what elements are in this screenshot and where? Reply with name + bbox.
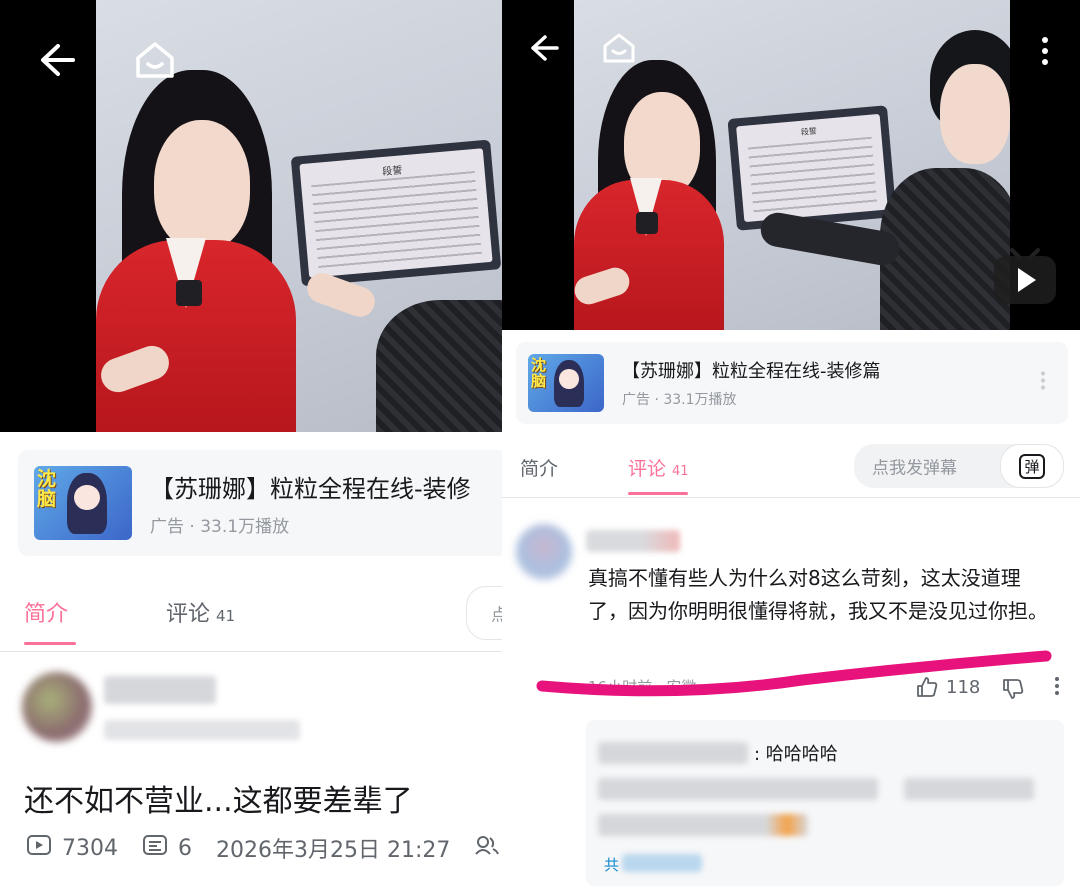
- video-player[interactable]: 段誓: [0, 0, 502, 432]
- comment-text: 还不如不营业...这都要差辈了: [24, 784, 413, 819]
- comment-count: 41: [216, 607, 236, 625]
- avatar[interactable]: [22, 672, 92, 742]
- view-count: 7304: [62, 835, 118, 861]
- home-icon[interactable]: [134, 40, 176, 80]
- poem-board: 段誓: [727, 105, 897, 231]
- back-arrow-icon[interactable]: [530, 34, 560, 62]
- avatar[interactable]: [516, 524, 572, 580]
- ad-more-icon[interactable]: [1040, 371, 1046, 396]
- reply-footer[interactable]: 共: [604, 854, 619, 875]
- post-meta: 7304 6 2026年3月25日 21:27 7: [26, 832, 502, 864]
- tab-intro[interactable]: 简介: [24, 596, 68, 628]
- lapel-mic: [636, 212, 658, 234]
- tab-intro-label: 简介: [24, 602, 69, 627]
- video-player[interactable]: 段誓: [502, 0, 1080, 330]
- ad-thumbnail: 沈 脑: [528, 354, 604, 412]
- danmaku-button-label: 弹: [1019, 453, 1045, 479]
- tab-underline: [628, 492, 688, 495]
- woman-face: [154, 120, 250, 250]
- danmaku-placeholder: 点我发弹幕: [872, 458, 957, 479]
- like-button[interactable]: 118: [916, 676, 980, 698]
- back-arrow-icon[interactable]: [38, 42, 76, 78]
- poem-board: 段誓: [290, 139, 502, 287]
- danmaku-count: 6: [178, 835, 192, 861]
- man-coat: [376, 300, 502, 432]
- ad-thumb-text: 沈 脑: [531, 356, 547, 390]
- like-count: 118: [946, 676, 981, 698]
- more-vertical-icon[interactable]: [1040, 36, 1050, 66]
- ad-thumb-text: 沈 脑: [37, 468, 57, 510]
- username-blurred: [586, 530, 680, 552]
- comment-time: 16小时前 · 安徽: [588, 678, 697, 696]
- ad-thumbnail: 沈 脑: [34, 466, 132, 540]
- reply-line-1: [598, 778, 878, 800]
- people-icon: [474, 834, 500, 862]
- tab-bar: 简介 评论 41 点我发弹幕 弹: [502, 438, 1080, 498]
- post-date: 2026年3月25日 21:27: [216, 838, 451, 863]
- user-meta-blurred: [104, 720, 300, 740]
- lapel-mic: [176, 280, 202, 306]
- reply-line-3: [598, 814, 808, 836]
- reply-text: : 哈哈哈哈: [754, 744, 838, 765]
- danmaku-input[interactable]: 点我发弹幕 弹: [854, 444, 1064, 488]
- comment-more-icon[interactable]: [1054, 676, 1060, 696]
- danmaku-toggle-button[interactable]: 弹: [1000, 444, 1064, 488]
- danmaku-input[interactable]: 点: [466, 586, 502, 640]
- ad-card[interactable]: 沈 脑 【苏珊娜】粒粒全程在线-装修 广告 · 33.1万播放: [18, 450, 502, 556]
- dislike-button[interactable]: [1002, 678, 1024, 700]
- video-frame: 段誓: [574, 0, 1010, 330]
- tab-comments-label: 评论: [628, 458, 667, 480]
- tab-underline: [24, 642, 76, 645]
- tab-comments-label: 评论: [166, 602, 211, 627]
- ad-title: 【苏珊娜】粒粒全程在线-装修: [150, 475, 471, 503]
- ad-title: 【苏珊娜】粒粒全程在线-装修篇: [622, 361, 881, 382]
- tab-comments[interactable]: 评论 41: [166, 596, 235, 628]
- comment-count: 41: [672, 464, 689, 479]
- reply-username-blurred: [598, 742, 748, 764]
- tab-intro-label: 简介: [520, 458, 559, 480]
- reply-thread[interactable]: : 哈哈哈哈 共: [586, 720, 1064, 886]
- tab-intro[interactable]: 简介: [520, 454, 558, 481]
- right-screenshot: 段誓 沈 脑 【苏珊娜】粒粒全程在线-装修篇 广告 · 33.1万播放 简介 评…: [502, 0, 1080, 891]
- tab-comments[interactable]: 评论 41: [628, 454, 689, 481]
- thumbs-down-icon: [1003, 679, 1024, 699]
- man-coat: [880, 168, 1010, 330]
- left-screenshot: 段誓 沈 脑 【苏珊娜】粒粒全程在线-装修 广告 · 33.1万播放 简介 评论…: [0, 0, 502, 891]
- ad-subtitle: 广告 · 33.1万播放: [622, 392, 737, 408]
- reply-line-2: [904, 778, 1034, 800]
- tab-bar: 简介 评论 41 点: [0, 574, 502, 652]
- thumbs-up-icon: [917, 677, 938, 697]
- home-icon[interactable]: [602, 32, 636, 64]
- danmaku-placeholder: 点: [491, 605, 502, 626]
- tv-play-icon[interactable]: [992, 244, 1058, 306]
- comment-meta: 16小时前 · 安徽: [588, 676, 696, 697]
- ad-subtitle: 广告 · 33.1万播放: [150, 517, 290, 537]
- username-blurred: [104, 676, 216, 704]
- danmaku-icon: [142, 834, 168, 862]
- reply-footer-blurred: [622, 854, 702, 872]
- ad-card[interactable]: 沈 脑 【苏珊娜】粒粒全程在线-装修篇 广告 · 33.1万播放: [516, 342, 1068, 424]
- comment-text: 真搞不懂有些人为什么对8这么苛刻，这太没道理了，因为你明明很懂得将就，我又不是没…: [588, 566, 1048, 623]
- man-face: [940, 64, 1010, 164]
- play-icon: [26, 834, 52, 862]
